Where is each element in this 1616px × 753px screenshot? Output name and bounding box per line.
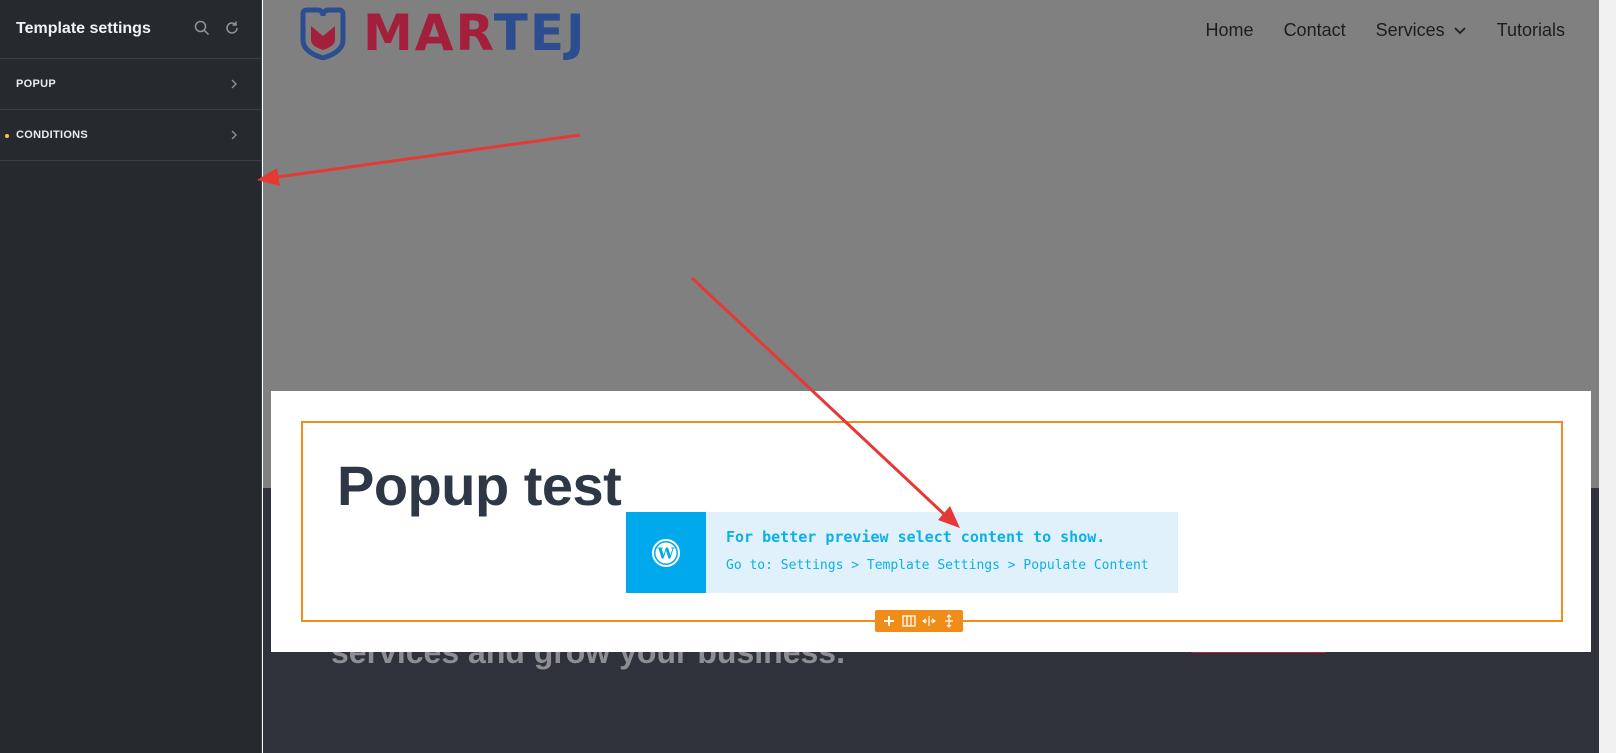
sidebar-item-popup[interactable]: POPUP [0, 59, 261, 110]
template-settings-sidebar: Template settings POPUP CONDITIONS [0, 0, 262, 753]
nav-link-home[interactable]: Home [1206, 20, 1254, 41]
sidebar-title: Template settings [16, 20, 151, 37]
svg-text:W: W [657, 544, 676, 562]
modified-indicator-dot [5, 134, 9, 138]
resize-horizontal-icon[interactable] [920, 612, 938, 630]
nav-link-contact[interactable]: Contact [1284, 20, 1346, 41]
sidebar-header: Template settings [0, 0, 261, 59]
nav-link-services[interactable]: Services [1376, 20, 1467, 41]
chevron-down-icon [1454, 26, 1466, 34]
search-icon[interactable] [193, 19, 211, 37]
nav-link-tutorials[interactable]: Tutorials [1497, 20, 1565, 41]
popup-title: Popup test [337, 454, 622, 517]
preview-notice: W For better preview select content to s… [626, 512, 1178, 593]
chevron-right-icon [231, 79, 237, 89]
sidebar-item-conditions[interactable]: CONDITIONS [0, 110, 261, 161]
columns-icon[interactable] [900, 612, 918, 630]
page-scrollbar[interactable] [1599, 0, 1616, 753]
sidebar-item-label: POPUP [16, 78, 57, 90]
sidebar-tools [193, 19, 241, 37]
logo-wordmark: MARTEJ [363, 4, 587, 62]
plus-icon[interactable] [880, 612, 898, 630]
logo-emblem-icon [300, 7, 346, 60]
site-logo[interactable]: MARTEJ [297, 4, 587, 62]
notice-body: For better preview select content to sho… [706, 512, 1149, 593]
wordpress-icon: W [626, 512, 706, 593]
page-preview: MARTEJ Home Contact Services Tutorials s… [263, 0, 1599, 753]
notice-message: For better preview select content to sho… [726, 528, 1106, 546]
chevron-right-icon [231, 130, 237, 140]
logo-text-part1: MAR [363, 4, 494, 62]
move-icon[interactable] [940, 612, 958, 630]
logo-text-part2: TEJ [493, 4, 587, 62]
nav-link-label: Services [1375, 20, 1445, 40]
popup-container[interactable]: Popup test W For better preview select c… [271, 391, 1591, 652]
refresh-icon[interactable] [223, 19, 241, 37]
sidebar-item-label: CONDITIONS [16, 129, 89, 141]
section-toolbar [875, 610, 963, 632]
notice-path: Go to: Settings > Template Settings > Po… [726, 558, 1149, 573]
main-navigation: Home Contact Services Tutorials [1206, 20, 1565, 41]
